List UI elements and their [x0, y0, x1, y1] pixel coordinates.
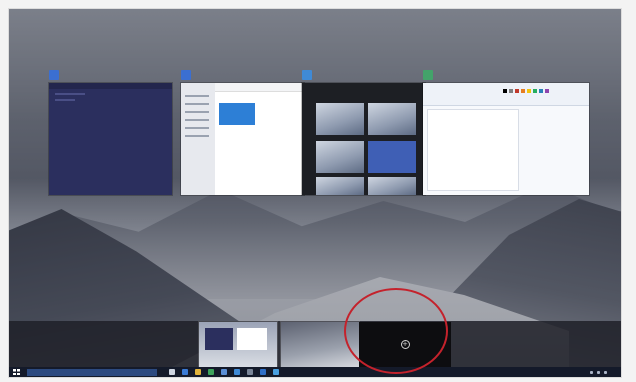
window-preview[interactable] [423, 83, 589, 195]
volume-icon[interactable] [597, 370, 600, 374]
window-thumbnail-header [181, 67, 304, 83]
app-icon[interactable] [273, 369, 279, 375]
search-box[interactable] [27, 368, 157, 376]
window-thumbnail-header [423, 67, 589, 83]
paint-icon[interactable] [260, 369, 266, 375]
notification-icon[interactable] [604, 370, 607, 374]
window-thumbnail-header [49, 67, 172, 83]
desktop-screen: + [8, 8, 622, 378]
taskbar [9, 367, 621, 377]
window-thumbnail-3[interactable] [302, 67, 425, 195]
desktop-2-thumbnail[interactable] [281, 322, 359, 367]
desktop-1-thumbnail[interactable] [199, 322, 277, 367]
window-thumbnail-header [302, 67, 425, 83]
photos-icon [302, 70, 312, 80]
window-thumbnail-1[interactable] [49, 67, 172, 195]
window-preview[interactable] [302, 83, 425, 195]
settings-icon[interactable] [247, 369, 253, 375]
task-view-icon[interactable] [169, 369, 175, 375]
virtual-desktops-bar: + [9, 321, 621, 367]
photos-icon[interactable] [234, 369, 240, 375]
pinned-apps [169, 369, 279, 375]
windows-logo-icon [12, 369, 20, 375]
app-icon [49, 70, 59, 80]
paint-icon [423, 70, 433, 80]
mail-icon[interactable] [221, 369, 227, 375]
file-explorer-icon[interactable] [195, 369, 201, 375]
window-preview[interactable] [181, 83, 304, 195]
window-thumbnail-4[interactable] [423, 67, 589, 195]
start-button[interactable] [9, 367, 23, 377]
settings-icon [181, 70, 191, 80]
edge-icon[interactable] [182, 369, 188, 375]
network-icon[interactable] [590, 370, 593, 374]
system-tray [590, 370, 621, 374]
window-preview[interactable] [49, 83, 172, 195]
plus-icon: + [400, 340, 410, 349]
store-icon[interactable] [208, 369, 214, 375]
new-desktop-button[interactable]: + [359, 322, 451, 367]
window-thumbnail-2[interactable] [181, 67, 304, 195]
